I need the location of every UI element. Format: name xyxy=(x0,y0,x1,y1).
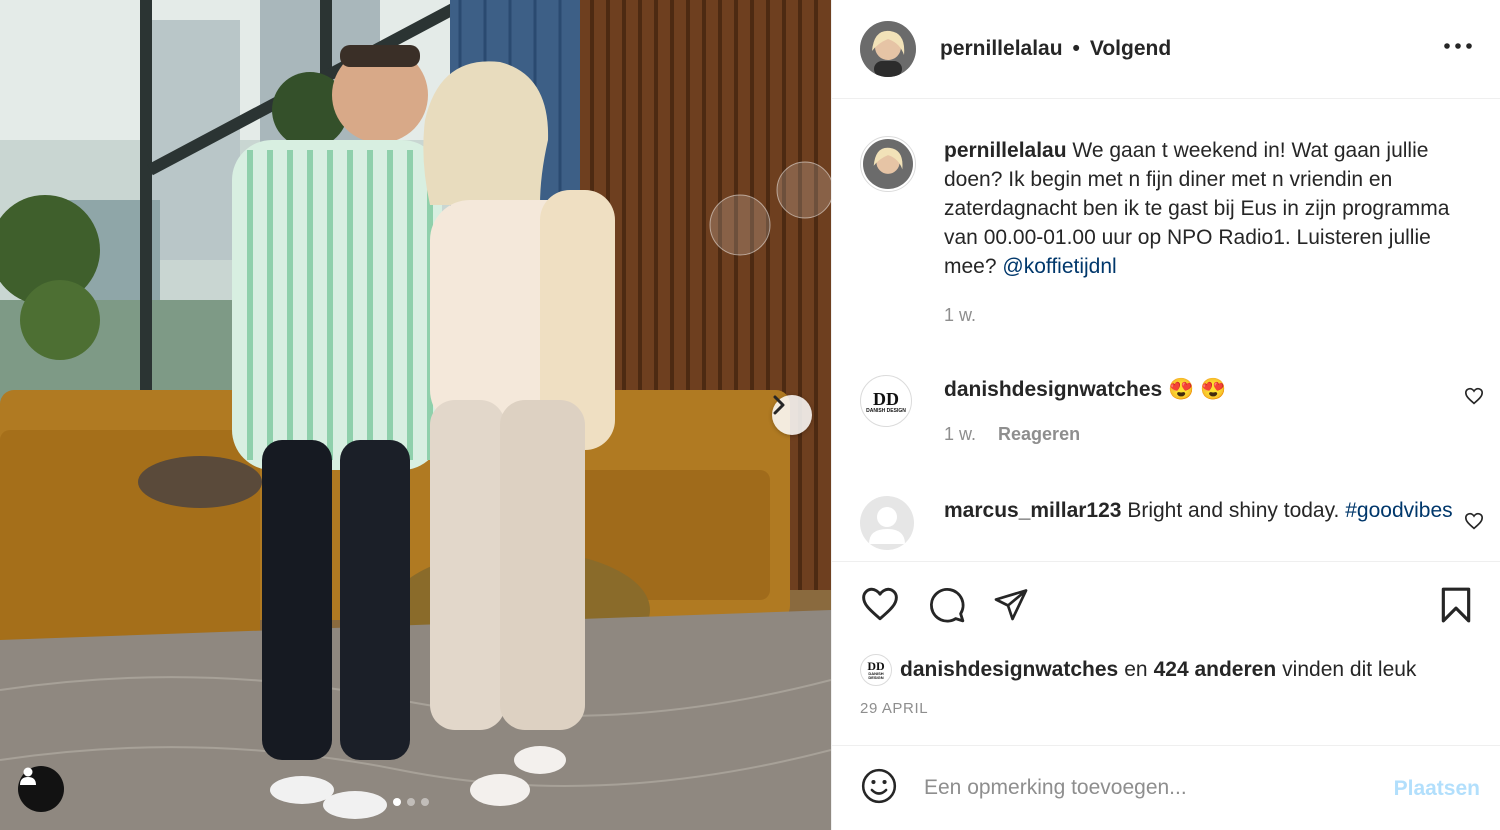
caption-meta: 1 w. xyxy=(944,305,1480,326)
comment-body: Bright and shiny today. xyxy=(1127,499,1340,522)
carousel-dot xyxy=(407,798,415,806)
action-icons xyxy=(860,586,1472,626)
share-button[interactable] xyxy=(992,586,1030,627)
carousel-indicator xyxy=(393,798,429,806)
add-comment-bar: Plaatsen xyxy=(832,745,1500,830)
post-comment-button[interactable]: Plaatsen xyxy=(1394,777,1480,801)
default-avatar-icon xyxy=(869,507,905,544)
avatar[interactable] xyxy=(860,136,916,192)
brand-logo: DD DANISH DESIGN xyxy=(867,659,885,680)
post-caption: pernillelalau We gaan t weekend in! Wat … xyxy=(860,136,1480,326)
timestamp[interactable]: 1 w. xyxy=(944,305,976,326)
tagged-users-button[interactable] xyxy=(18,766,64,812)
likes-summary: DD DANISH DESIGN danishdesignwatches en … xyxy=(860,654,1416,686)
brand-logo: DD DANISH DESIGN xyxy=(866,389,906,414)
liker-username[interactable]: danishdesignwatches xyxy=(900,658,1118,682)
post-image xyxy=(0,0,831,830)
post-header: pernillelalau • Volgend xyxy=(832,0,1500,99)
avatar[interactable]: DD DANISH DESIGN xyxy=(860,375,912,427)
like-comment-button[interactable] xyxy=(1464,512,1484,535)
avatar[interactable] xyxy=(860,496,914,550)
caption-username[interactable]: pernillelalau xyxy=(944,139,1067,162)
like-comment-button[interactable] xyxy=(1464,387,1484,410)
following-button[interactable]: Volgend xyxy=(1090,37,1171,61)
comment-button[interactable] xyxy=(928,586,966,629)
reply-button[interactable]: Reageren xyxy=(998,424,1080,445)
post-actions: DD DANISH DESIGN danishdesignwatches en … xyxy=(832,561,1500,745)
post-sidebar: pernillelalau • Volgend pernillelalau We… xyxy=(831,0,1500,830)
author-username[interactable]: pernillelalau xyxy=(940,37,1063,61)
comment-item: marcus_millar123 Bright and shiny today.… xyxy=(860,496,1484,550)
comment-item: DD DANISH DESIGN danishdesignwatches 😍 😍… xyxy=(860,375,1484,445)
likes-suffix: vinden dit leuk xyxy=(1282,658,1417,681)
mention-link[interactable]: @koffietijdnl xyxy=(1002,255,1116,278)
emoji-button[interactable] xyxy=(860,767,898,810)
carousel-dot xyxy=(393,798,401,806)
chevron-right-icon xyxy=(773,395,785,415)
comment-text: marcus_millar123 Bright and shiny today.… xyxy=(944,496,1480,525)
more-icon xyxy=(1444,43,1472,49)
comment-meta: 1 w. Reageren xyxy=(944,424,1480,445)
comments-list[interactable]: pernillelalau We gaan t weekend in! Wat … xyxy=(832,100,1500,560)
comment-icon xyxy=(930,588,965,623)
post-photo[interactable] xyxy=(0,0,831,830)
comment-input[interactable] xyxy=(924,776,1344,800)
user-icon xyxy=(20,767,36,785)
timestamp[interactable]: 1 w. xyxy=(944,424,976,445)
avatar[interactable] xyxy=(860,21,916,77)
more-options-button[interactable] xyxy=(1444,36,1472,54)
post-date[interactable]: 29 APRIL xyxy=(860,700,928,717)
caption-text: pernillelalau We gaan t weekend in! Wat … xyxy=(944,136,1480,281)
comment-body: 😍 😍 xyxy=(1168,378,1227,401)
emoji-icon xyxy=(861,768,897,803)
hashtag-link[interactable]: #goodvibes xyxy=(1345,499,1452,522)
profile-photo xyxy=(863,139,913,189)
heart-icon xyxy=(1464,512,1484,530)
bookmark-icon xyxy=(1441,587,1471,623)
heart-icon xyxy=(1464,387,1484,405)
next-slide-button[interactable] xyxy=(772,395,812,435)
like-button[interactable] xyxy=(860,586,900,627)
avatar[interactable]: DD DANISH DESIGN xyxy=(860,654,892,686)
comment-username[interactable]: marcus_millar123 xyxy=(944,499,1121,522)
profile-photo xyxy=(860,21,916,77)
separator-dot: • xyxy=(1072,37,1080,60)
comment-text: danishdesignwatches 😍 😍 xyxy=(944,375,1480,404)
carousel-dot xyxy=(421,798,429,806)
likes-count-link[interactable]: 424 anderen xyxy=(1154,658,1277,682)
save-button[interactable] xyxy=(1440,586,1472,629)
send-icon xyxy=(994,589,1028,621)
heart-icon xyxy=(862,587,898,621)
comment-username[interactable]: danishdesignwatches xyxy=(944,378,1162,401)
likes-joiner: en xyxy=(1124,658,1148,681)
